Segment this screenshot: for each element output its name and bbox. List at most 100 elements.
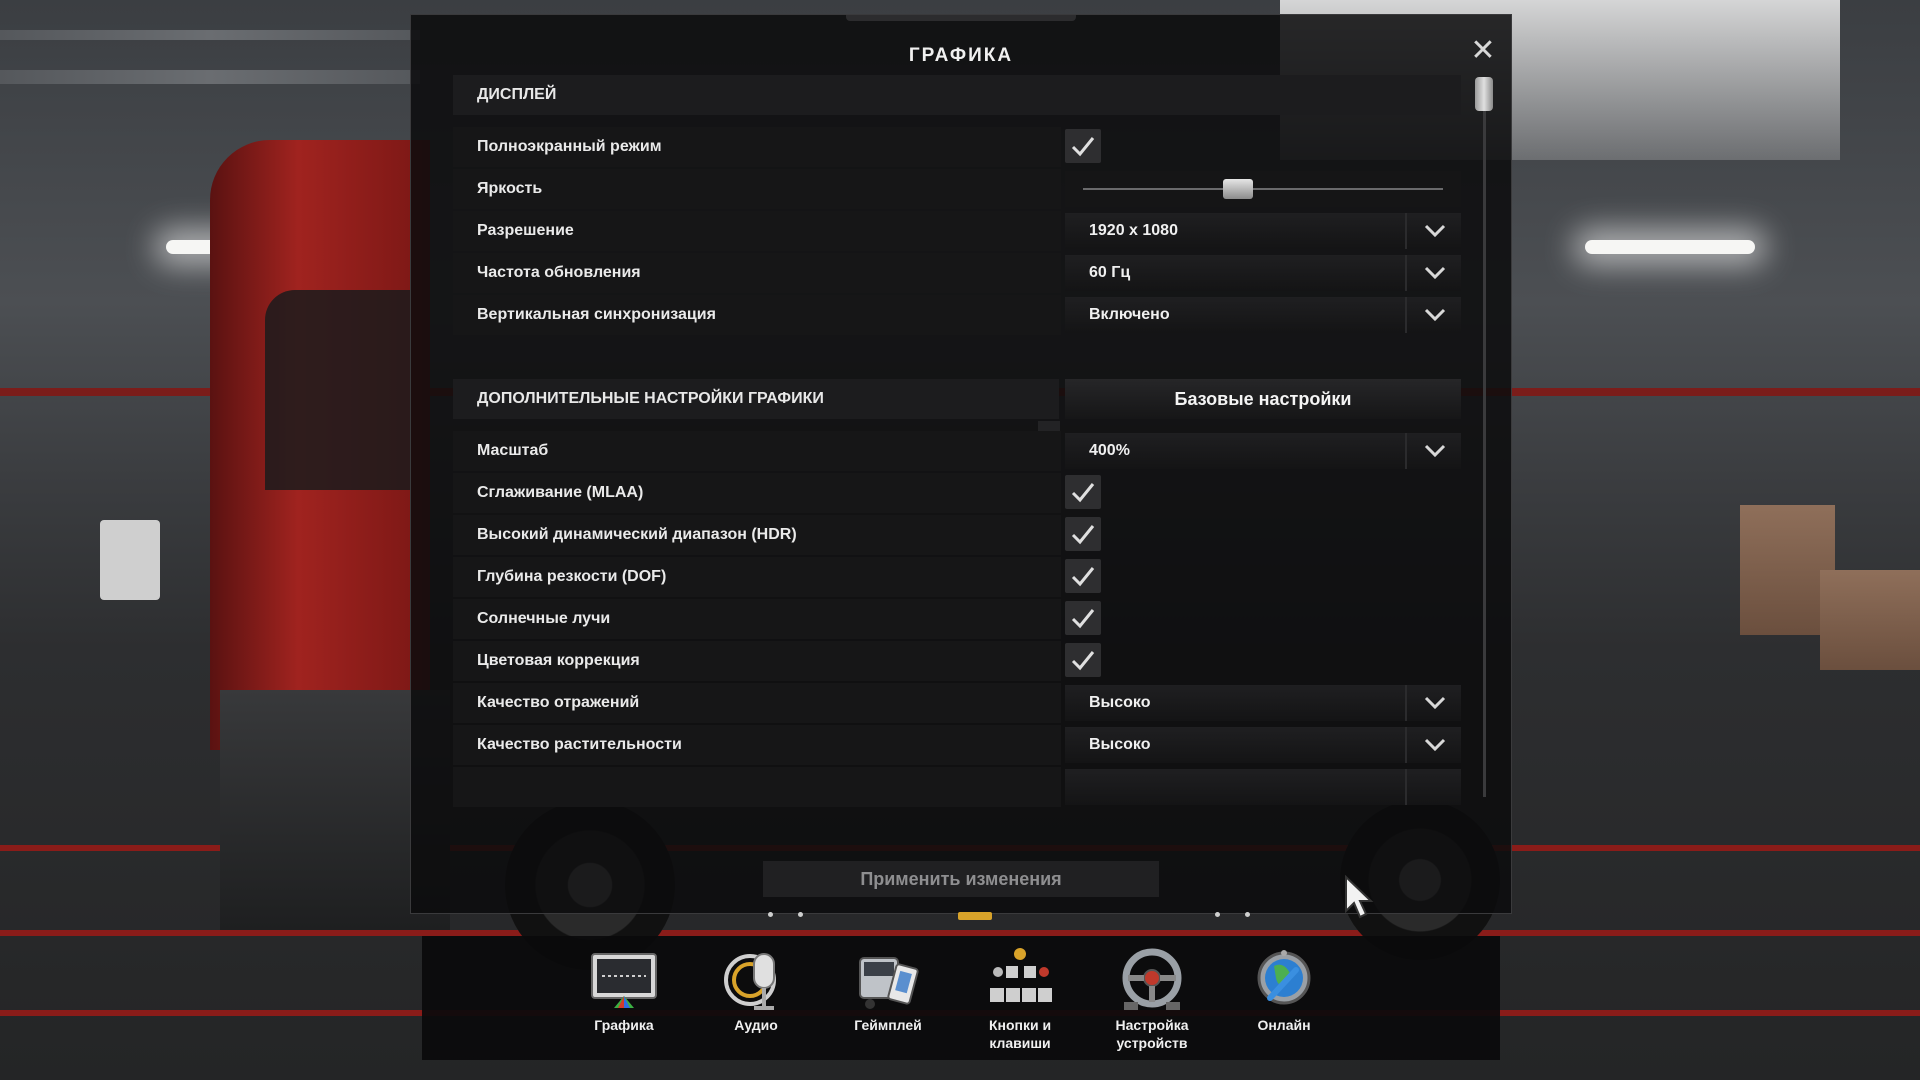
nav-online[interactable]: Онлайн [1224,936,1344,1060]
dropdown-value: Высоко [1089,736,1151,753]
setting-label: Глубина резкости (DOF) [477,568,667,585]
setting-hdr: Высокий динамический диапазон (HDR) [453,515,1461,555]
dropdown-arrow[interactable] [1405,769,1461,805]
checkmark-icon [1071,137,1095,157]
checkmark-icon [1071,483,1095,503]
dropdown-arrow[interactable] [1405,433,1461,469]
monitor-icon [591,953,657,1008]
basic-settings-button[interactable]: Базовые настройки [1065,379,1461,419]
setting-mlaa: Сглаживание (MLAA) [453,473,1461,513]
setting-label: Цветовая коррекция [477,652,640,669]
setting-resolution: Разрешение 1920 x 1080 [453,211,1461,251]
setting-dof: Глубина резкости (DOF) [453,557,1461,597]
section-display: ДИСПЛЕЙ [453,75,1461,115]
globe-icon [1257,950,1311,1005]
dropdown-value: 60 Гц [1089,264,1131,281]
graphics-settings-panel: ГРАФИКА ✕ ДИСПЛЕЙ Полноэкранный режим Яр… [410,14,1512,919]
nav-label: Кнопки и клавиши [988,1017,1052,1051]
mlaa-checkbox[interactable] [1065,475,1101,509]
section-display-label: ДИСПЛЕЙ [477,86,557,103]
dropdown-value: 1920 x 1080 [1089,222,1178,239]
nav-label: Графика [594,1017,654,1033]
dropdown-value: Включено [1089,306,1170,323]
refresh-rate-dropdown[interactable]: 60 Гц [1065,255,1461,291]
nav-label: Настройка устройств [1115,1017,1189,1051]
setting-label: Сглаживание (MLAA) [477,484,644,501]
scrollbar-thumb[interactable] [1475,77,1493,111]
steering-wheel-icon [1122,948,1182,1010]
nav-keys-buttons[interactable]: Кнопки и клавиши [960,936,1080,1060]
setting-vsync: Вертикальная синхронизация Включено [453,295,1461,335]
checkmark-icon [1071,651,1095,671]
nav-gameplay[interactable]: Геймплей [828,936,948,1060]
setting-fullscreen: Полноэкранный режим [453,127,1461,167]
resolution-dropdown[interactable]: 1920 x 1080 [1065,213,1461,249]
dropdown-arrow[interactable] [1405,727,1461,763]
section-advanced: ДОПОЛНИТЕЛЬНЫЕ НАСТРОЙКИ ГРАФИКИ [453,379,1059,419]
settings-scrollbar[interactable] [1475,77,1493,797]
chevron-down-icon [1424,308,1446,322]
setting-label: Солнечные лучи [477,610,611,627]
nav-graphics[interactable]: Графика [564,936,684,1060]
apply-changes-button[interactable]: Применить изменения [763,861,1159,897]
nav-audio[interactable]: Аудио [696,936,816,1060]
dropdown-arrow[interactable] [1405,685,1461,721]
setting-label: Качество отражений [477,694,640,711]
nav-device-setup[interactable]: Настройка устройств [1092,936,1212,1060]
panel-title: ГРАФИКА [908,45,1014,66]
setting-partial-row [453,767,1461,807]
setting-scale: Масштаб 400% [453,431,1461,471]
setting-label: Вертикальная синхронизация [477,306,716,323]
mouse-cursor-icon [1345,875,1374,919]
checkmark-icon [1071,609,1095,629]
setting-reflection-quality: Качество отражений Высоко [453,683,1461,723]
setting-label: Яркость [477,180,543,197]
nav-label: Аудио [734,1017,778,1033]
vsync-dropdown[interactable]: Включено [1065,297,1461,333]
settings-category-nav: Графика Аудио Геймплей Кнопки и клавиши … [422,936,1500,1060]
setting-sun-rays: Солнечные лучи [453,599,1461,639]
controller-icon [990,948,1052,1002]
vegetation-quality-dropdown[interactable]: Высоко [1065,727,1461,763]
chevron-down-icon [1424,444,1446,458]
close-button[interactable]: ✕ [1469,36,1497,66]
dropdown-arrow[interactable] [1405,255,1461,291]
chevron-down-icon [1424,224,1446,238]
slider-thumb[interactable] [1222,179,1253,199]
setting-refresh-rate: Частота обновления 60 Гц [453,253,1461,293]
color-correction-checkbox[interactable] [1065,643,1101,677]
checkmark-icon [1071,567,1095,587]
sun-rays-checkbox[interactable] [1065,601,1101,635]
brightness-slider[interactable] [1065,171,1461,207]
setting-label: Частота обновления [477,264,641,281]
dropdown-arrow[interactable] [1405,213,1461,249]
setting-label: Разрешение [477,222,574,239]
dof-checkbox[interactable] [1065,559,1101,593]
dropdown-arrow[interactable] [1405,297,1461,333]
nav-label: Геймплей [854,1017,922,1033]
nav-active-indicator [958,912,992,920]
checkmark-icon [1071,525,1095,545]
fullscreen-checkbox[interactable] [1065,129,1101,163]
setting-color-correction: Цветовая коррекция [453,641,1461,681]
dropdown-value: Высоко [1089,694,1151,711]
reflection-quality-dropdown[interactable]: Высоко [1065,685,1461,721]
scale-dropdown[interactable]: 400% [1065,433,1461,469]
panel-top-bar [846,15,1076,21]
section-advanced-label: ДОПОЛНИТЕЛЬНЫЕ НАСТРОЙКИ ГРАФИКИ [477,390,824,407]
slider-track [1083,188,1443,190]
microphone-icon [724,953,776,1010]
hdr-checkbox[interactable] [1065,517,1101,551]
setting-brightness: Яркость [453,169,1461,209]
setting-label: Полноэкранный режим [477,138,662,155]
nav-label: Онлайн [1257,1017,1311,1033]
setting-vegetation-quality: Качество растительности Высоко [453,725,1461,765]
setting-label: Качество растительности [477,736,682,753]
settings-list: ДИСПЛЕЙ Полноэкранный режим Яркость Разр… [453,75,1473,810]
dropdown-value: 400% [1089,442,1130,459]
partial-dropdown[interactable] [1065,769,1461,805]
setting-label: Высокий динамический диапазон (HDR) [477,526,797,543]
chevron-down-icon [1424,266,1446,280]
setting-label: Масштаб [477,442,549,459]
truck-icon [859,957,919,1009]
